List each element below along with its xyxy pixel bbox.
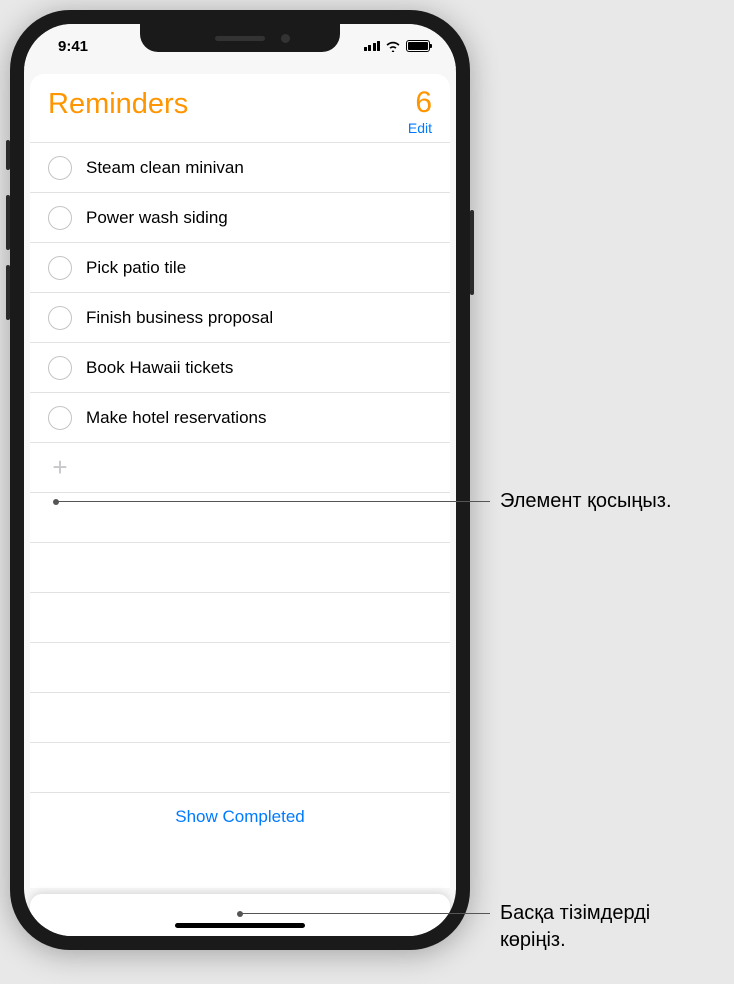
- reminders-list[interactable]: Steam clean minivan Power wash siding Pi…: [30, 142, 450, 888]
- status-time: 9:41: [58, 38, 88, 55]
- callout-other-lists: Басқа тізімдерді көріңіз.: [500, 900, 720, 954]
- card-header: Reminders 6 Edit: [30, 74, 450, 142]
- reminder-item[interactable]: Steam clean minivan: [30, 142, 450, 192]
- reminder-item[interactable]: Power wash siding: [30, 192, 450, 242]
- checkbox-circle-icon[interactable]: [48, 356, 72, 380]
- empty-row: [30, 592, 450, 642]
- empty-row: [30, 642, 450, 692]
- reminder-text: Power wash siding: [86, 208, 228, 228]
- battery-icon: [406, 40, 430, 52]
- volume-down-button: [6, 265, 10, 320]
- checkbox-circle-icon[interactable]: [48, 156, 72, 180]
- reminder-item[interactable]: Make hotel reservations: [30, 392, 450, 442]
- power-button: [470, 210, 474, 295]
- checkbox-circle-icon[interactable]: [48, 306, 72, 330]
- show-completed-button[interactable]: Show Completed: [30, 792, 450, 837]
- wifi-icon: [385, 40, 401, 52]
- empty-row: [30, 742, 450, 792]
- volume-up-button: [6, 195, 10, 250]
- mute-switch: [6, 140, 10, 170]
- reminder-count: 6: [408, 88, 432, 118]
- home-indicator[interactable]: [175, 923, 305, 928]
- empty-row: [30, 692, 450, 742]
- callout-line: [240, 913, 490, 914]
- reminder-text: Make hotel reservations: [86, 408, 266, 428]
- cellular-signal-icon: [364, 41, 381, 51]
- edit-button[interactable]: Edit: [408, 120, 432, 136]
- empty-row: [30, 492, 450, 542]
- reminder-item[interactable]: Pick patio tile: [30, 242, 450, 292]
- app-title: Reminders: [48, 88, 188, 121]
- reminder-text: Pick patio tile: [86, 258, 186, 278]
- notch: [140, 24, 340, 52]
- callout-line: [56, 501, 490, 502]
- add-reminder-row[interactable]: +: [30, 442, 450, 492]
- reminders-card: Reminders 6 Edit Steam clean minivan Pow…: [30, 74, 450, 888]
- phone-frame: 9:41 Reminders 6 Edit: [10, 10, 470, 950]
- checkbox-circle-icon[interactable]: [48, 206, 72, 230]
- checkbox-circle-icon[interactable]: [48, 406, 72, 430]
- reminder-text: Steam clean minivan: [86, 158, 244, 178]
- reminder-item[interactable]: Book Hawaii tickets: [30, 342, 450, 392]
- empty-row: [30, 542, 450, 592]
- callout-add-item: Элемент қосыңыз.: [500, 488, 710, 515]
- screen: 9:41 Reminders 6 Edit: [24, 24, 456, 936]
- reminder-item[interactable]: Finish business proposal: [30, 292, 450, 342]
- status-indicators: [364, 40, 431, 52]
- reminder-text: Book Hawaii tickets: [86, 358, 233, 378]
- speaker: [215, 36, 265, 41]
- checkbox-circle-icon[interactable]: [48, 256, 72, 280]
- plus-icon: +: [48, 456, 72, 480]
- reminder-text: Finish business proposal: [86, 308, 273, 328]
- front-camera: [281, 34, 290, 43]
